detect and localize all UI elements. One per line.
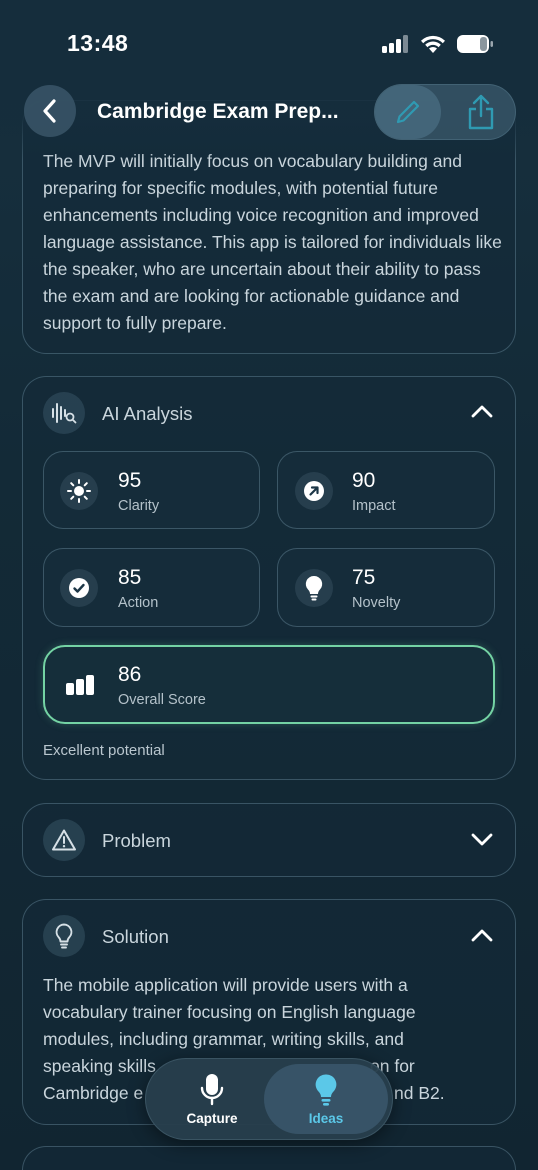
overall-verdict: Excellent potential: [43, 742, 165, 759]
metric-novelty-icon-wrap: [295, 569, 333, 607]
metric-clarity-icon-wrap: [60, 472, 98, 510]
solution-title: Solution: [102, 926, 169, 947]
metric-impact-icon-wrap: [295, 472, 333, 510]
status-icons: [382, 34, 494, 54]
chevron-up-icon: [471, 405, 493, 418]
lightbulb-icon: [315, 1073, 337, 1106]
solution-line-1: The mobile application will provide user…: [43, 975, 408, 995]
sun-icon: [67, 479, 91, 503]
chevron-down-icon: [471, 833, 493, 846]
edit-button[interactable]: [375, 85, 441, 139]
solution-line-4a: speaking skills: [43, 1056, 156, 1076]
header-actions: [374, 84, 516, 140]
solution-line-5b: nd B2.: [394, 1083, 445, 1103]
metric-novelty-value: 75: [352, 566, 376, 589]
solution-line-5a: Cambridge e: [43, 1083, 144, 1103]
ai-analysis-icon-wrap: [43, 392, 85, 434]
back-button[interactable]: [24, 85, 76, 137]
description-text: The MVP will initially focus on vocabula…: [43, 151, 502, 333]
wifi-icon: [421, 35, 445, 53]
chevron-left-icon: [43, 99, 56, 123]
ai-analysis-toggle[interactable]: [470, 403, 494, 424]
page-title: Cambridge Exam Prep...: [97, 100, 339, 123]
problem-title: Problem: [102, 830, 171, 851]
metric-clarity-value: 95: [118, 469, 142, 492]
metric-action-label: Action: [118, 595, 159, 611]
ai-analysis-title: AI Analysis: [102, 403, 193, 424]
solution-icon-wrap: [43, 915, 85, 957]
problem-card[interactable]: [22, 803, 516, 877]
chevron-up-icon: [471, 929, 493, 942]
lightbulb-outline-icon: [55, 923, 73, 949]
solution-line-2: vocabulary trainer focusing on English l…: [43, 1002, 416, 1022]
metric-impact-value: 90: [352, 469, 376, 492]
overall-score-value: 86: [118, 663, 142, 686]
warning-triangle-icon: [52, 829, 76, 851]
solution-toggle[interactable]: [470, 927, 494, 948]
metric-impact-label: Impact: [352, 498, 396, 514]
solution-line-3: modules, including grammar, writing skil…: [43, 1029, 404, 1049]
share-icon: [468, 94, 494, 130]
overall-score-icon-wrap: [60, 666, 100, 704]
overall-score-box: [43, 645, 495, 724]
check-circle-icon: [69, 578, 89, 598]
metric-clarity-label: Clarity: [118, 498, 160, 514]
bottom-tab-bar: Capture Ideas: [145, 1058, 393, 1140]
metric-action-value: 85: [118, 566, 142, 589]
tab-ideas[interactable]: Ideas: [264, 1064, 388, 1134]
problem-toggle[interactable]: [470, 832, 494, 853]
status-time: 13:48: [67, 30, 129, 56]
arrow-up-right-icon: [304, 481, 324, 501]
waveform-search-icon: [52, 403, 77, 424]
metric-action-icon-wrap: [60, 569, 98, 607]
next-card-peek: [22, 1146, 516, 1170]
tab-ideas-label: Ideas: [308, 1110, 344, 1126]
tab-capture-label: Capture: [186, 1110, 238, 1126]
pencil-icon: [396, 100, 420, 124]
signal-icon: [382, 35, 408, 53]
tab-capture[interactable]: Capture: [164, 1059, 260, 1139]
microphone-icon: [200, 1073, 224, 1105]
share-button[interactable]: [449, 85, 513, 139]
metric-novelty-label: Novelty: [352, 595, 401, 611]
lightbulb-icon: [305, 575, 323, 601]
problem-icon-wrap: [43, 819, 85, 861]
overall-score-label: Overall Score: [118, 692, 206, 708]
battery-icon: [457, 35, 493, 53]
bar-chart-icon: [66, 675, 94, 695]
